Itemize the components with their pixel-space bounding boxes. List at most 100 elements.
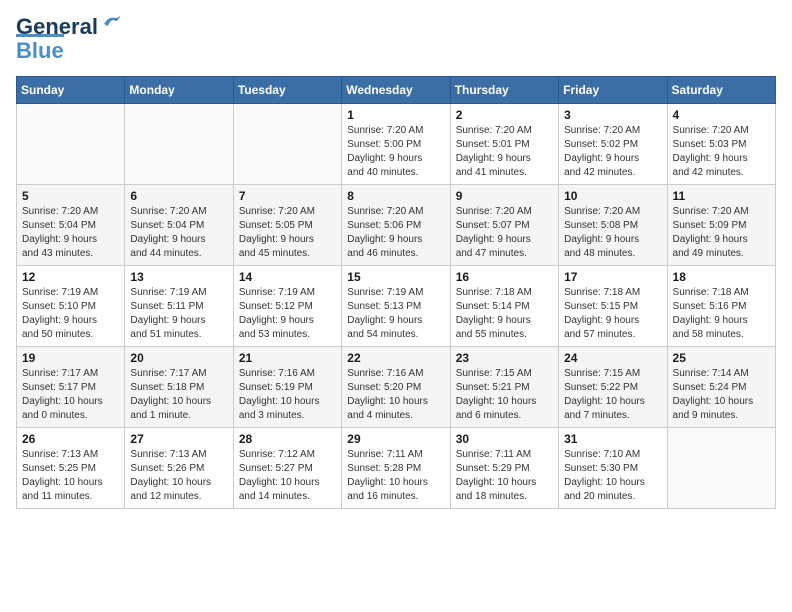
day-info: Sunrise: 7:16 AM Sunset: 5:19 PM Dayligh… [239,367,336,423]
calendar-day-cell: 27 Sunrise: 7:13 AM Sunset: 5:26 PM Dayli… [125,428,233,509]
calendar-header-saturday: Saturday [667,77,775,104]
calendar-header-thursday: Thursday [450,77,558,104]
day-info: Sunrise: 7:20 AM Sunset: 5:02 PM Dayligh… [564,124,661,180]
calendar-day-cell: 22Sunrise: 7:16 AM Sunset: 5:20 PM Dayli… [342,347,450,428]
calendar-day-cell: 18Sunrise: 7:18 AM Sunset: 5:16 PM Dayli… [667,266,775,347]
day-number: 3 [564,108,661,122]
calendar-day-cell: 26 Sunrise: 7:13 AM Sunset: 5:25 PM Dayli… [17,428,125,509]
calendar-day-cell: 10 Sunrise: 7:20 AM Sunset: 5:08 PM Dayli… [559,185,667,266]
calendar-day-cell: 30 Sunrise: 7:11 AM Sunset: 5:29 PM Dayli… [450,428,558,509]
day-number: 10 [564,189,661,203]
day-info: Sunrise: 7:20 AM Sunset: 5:08 PM Dayligh… [564,205,661,261]
day-info: Sunrise: 7:13 AM Sunset: 5:25 PM Dayligh… [22,448,119,504]
day-info: Sunrise: 7:20 AM Sunset: 5:04 PM Dayligh… [130,205,227,261]
calendar-day-cell: 29Sunrise: 7:11 AM Sunset: 5:28 PM Dayli… [342,428,450,509]
calendar-day-cell: 23 Sunrise: 7:15 AM Sunset: 5:21 PM Dayli… [450,347,558,428]
day-info: Sunrise: 7:20 AM Sunset: 5:05 PM Dayligh… [239,205,336,261]
calendar-week-row: 12 Sunrise: 7:19 AM Sunset: 5:10 PM Dayli… [17,266,776,347]
calendar-header-wednesday: Wednesday [342,77,450,104]
calendar-day-cell: 6Sunrise: 7:20 AM Sunset: 5:04 PM Daylig… [125,185,233,266]
day-info: Sunrise: 7:19 AM Sunset: 5:10 PM Dayligh… [22,286,119,342]
day-number: 8 [347,189,444,203]
calendar-day-cell: 24Sunrise: 7:15 AM Sunset: 5:22 PM Dayli… [559,347,667,428]
day-number: 19 [22,351,119,365]
logo-bird-icon [100,14,122,32]
calendar-day-cell: 8 Sunrise: 7:20 AM Sunset: 5:06 PM Daylig… [342,185,450,266]
day-number: 1 [347,108,444,122]
calendar-empty-cell [233,104,341,185]
calendar-day-cell: 25 Sunrise: 7:14 AM Sunset: 5:24 PM Dayli… [667,347,775,428]
calendar-day-cell: 5 Sunrise: 7:20 AM Sunset: 5:04 PM Daylig… [17,185,125,266]
day-info: Sunrise: 7:13 AM Sunset: 5:26 PM Dayligh… [130,448,227,504]
day-number: 16 [456,270,553,284]
calendar-day-cell: 1 Sunrise: 7:20 AM Sunset: 5:00 PM Daylig… [342,104,450,185]
day-number: 15 [347,270,444,284]
day-info: Sunrise: 7:18 AM Sunset: 5:14 PM Dayligh… [456,286,553,342]
day-info: Sunrise: 7:15 AM Sunset: 5:21 PM Dayligh… [456,367,553,423]
day-info: Sunrise: 7:11 AM Sunset: 5:29 PM Dayligh… [456,448,553,504]
page-header: General Blue [16,16,776,64]
day-number: 5 [22,189,119,203]
day-number: 11 [673,189,770,203]
day-info: Sunrise: 7:18 AM Sunset: 5:15 PM Dayligh… [564,286,661,342]
day-number: 31 [564,432,661,446]
calendar-day-cell: 9Sunrise: 7:20 AM Sunset: 5:07 PM Daylig… [450,185,558,266]
calendar-day-cell: 11 Sunrise: 7:20 AM Sunset: 5:09 PM Dayli… [667,185,775,266]
day-info: Sunrise: 7:19 AM Sunset: 5:12 PM Dayligh… [239,286,336,342]
calendar-day-cell: 17 Sunrise: 7:18 AM Sunset: 5:15 PM Dayli… [559,266,667,347]
day-number: 28 [239,432,336,446]
day-number: 27 [130,432,227,446]
calendar-header-friday: Friday [559,77,667,104]
calendar-week-row: 19Sunrise: 7:17 AM Sunset: 5:17 PM Dayli… [17,347,776,428]
calendar-day-cell: 15 Sunrise: 7:19 AM Sunset: 5:13 PM Dayli… [342,266,450,347]
day-number: 13 [130,270,227,284]
day-info: Sunrise: 7:14 AM Sunset: 5:24 PM Dayligh… [673,367,770,423]
calendar-day-cell: 3 Sunrise: 7:20 AM Sunset: 5:02 PM Daylig… [559,104,667,185]
day-info: Sunrise: 7:20 AM Sunset: 5:01 PM Dayligh… [456,124,553,180]
day-number: 30 [456,432,553,446]
day-info: Sunrise: 7:10 AM Sunset: 5:30 PM Dayligh… [564,448,661,504]
calendar-day-cell: 12 Sunrise: 7:19 AM Sunset: 5:10 PM Dayli… [17,266,125,347]
day-info: Sunrise: 7:11 AM Sunset: 5:28 PM Dayligh… [347,448,444,504]
calendar-header-monday: Monday [125,77,233,104]
calendar-week-row: 5 Sunrise: 7:20 AM Sunset: 5:04 PM Daylig… [17,185,776,266]
calendar-day-cell: 28 Sunrise: 7:12 AM Sunset: 5:27 PM Dayli… [233,428,341,509]
day-number: 2 [456,108,553,122]
logo-blue-text: Blue [16,34,64,64]
calendar-day-cell: 21 Sunrise: 7:16 AM Sunset: 5:19 PM Dayli… [233,347,341,428]
day-number: 22 [347,351,444,365]
calendar-day-cell: 4Sunrise: 7:20 AM Sunset: 5:03 PM Daylig… [667,104,775,185]
day-number: 26 [22,432,119,446]
calendar-empty-cell [17,104,125,185]
day-number: 20 [130,351,227,365]
day-info: Sunrise: 7:20 AM Sunset: 5:09 PM Dayligh… [673,205,770,261]
calendar-day-cell: 19Sunrise: 7:17 AM Sunset: 5:17 PM Dayli… [17,347,125,428]
day-number: 4 [673,108,770,122]
day-info: Sunrise: 7:17 AM Sunset: 5:18 PM Dayligh… [130,367,227,423]
day-info: Sunrise: 7:20 AM Sunset: 5:04 PM Dayligh… [22,205,119,261]
day-info: Sunrise: 7:20 AM Sunset: 5:06 PM Dayligh… [347,205,444,261]
day-number: 9 [456,189,553,203]
day-number: 23 [456,351,553,365]
logo: General Blue [16,16,122,64]
day-number: 25 [673,351,770,365]
day-info: Sunrise: 7:20 AM Sunset: 5:00 PM Dayligh… [347,124,444,180]
day-info: Sunrise: 7:15 AM Sunset: 5:22 PM Dayligh… [564,367,661,423]
calendar-day-cell: 20 Sunrise: 7:17 AM Sunset: 5:18 PM Dayli… [125,347,233,428]
calendar-header-tuesday: Tuesday [233,77,341,104]
day-number: 17 [564,270,661,284]
day-number: 21 [239,351,336,365]
day-info: Sunrise: 7:19 AM Sunset: 5:11 PM Dayligh… [130,286,227,342]
day-number: 14 [239,270,336,284]
calendar-day-cell: 2 Sunrise: 7:20 AM Sunset: 5:01 PM Daylig… [450,104,558,185]
calendar-day-cell: 31 Sunrise: 7:10 AM Sunset: 5:30 PM Dayli… [559,428,667,509]
calendar-header-sunday: Sunday [17,77,125,104]
calendar-header-row: SundayMondayTuesdayWednesdayThursdayFrid… [17,77,776,104]
calendar-day-cell: 13 Sunrise: 7:19 AM Sunset: 5:11 PM Dayli… [125,266,233,347]
calendar-table: SundayMondayTuesdayWednesdayThursdayFrid… [16,76,776,509]
day-number: 7 [239,189,336,203]
day-info: Sunrise: 7:12 AM Sunset: 5:27 PM Dayligh… [239,448,336,504]
calendar-day-cell: 7 Sunrise: 7:20 AM Sunset: 5:05 PM Daylig… [233,185,341,266]
day-number: 12 [22,270,119,284]
day-info: Sunrise: 7:19 AM Sunset: 5:13 PM Dayligh… [347,286,444,342]
